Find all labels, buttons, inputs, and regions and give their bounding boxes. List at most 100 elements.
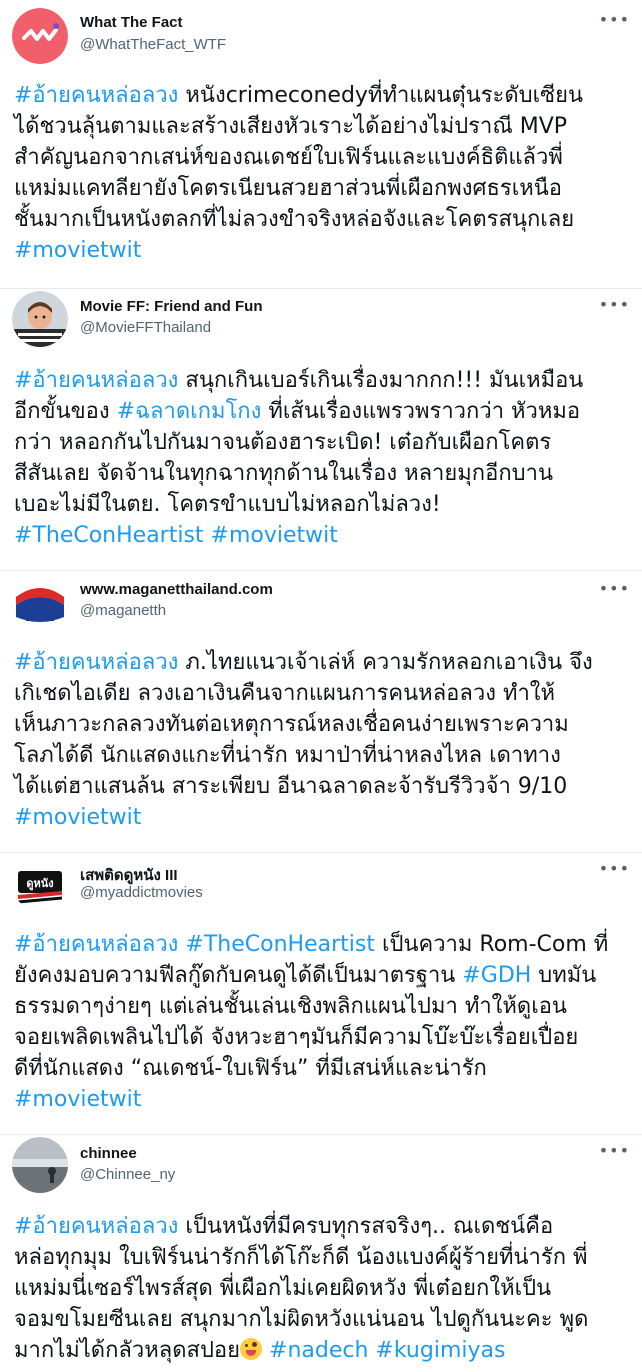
- tweet-text-line: จอยเพลิดเพลินไปได้ จังหวะฮาๆมันก็มีความโ…: [14, 1022, 630, 1053]
- text-segment: [262, 1338, 269, 1363]
- user-handle[interactable]: @Chinnee_ny: [80, 1166, 175, 1183]
- avatar[interactable]: [12, 291, 68, 347]
- tweet-text-line: เบอะไม่มีในตย. โคตรขำแบบไม่หลอกไม่ลวง!: [14, 489, 630, 520]
- tweet-text: #อ้ายคนหล่อลวง เป็นหนังที่มีครบทุกรสจริง…: [14, 1211, 630, 1366]
- hashtag-link[interactable]: #movietwit: [211, 523, 338, 548]
- avatar[interactable]: ดูหนัง: [12, 855, 68, 911]
- tweet-text-line: เกิเชดไอเดีย ลวงเอาเงินคืนจากแผนการคนหล่…: [14, 678, 630, 709]
- tweet-text-line: #movietwit: [14, 802, 630, 833]
- more-options-icon[interactable]: •••: [599, 581, 630, 597]
- user-handle[interactable]: @maganetth: [80, 602, 166, 619]
- tweet-text-line: #TheConHeartist #movietwit: [14, 520, 630, 551]
- tweet-text-line: กว่า หลอกกันไปกันมาจนต้องฮาระเบิด! เต๋อก…: [14, 427, 630, 458]
- tweet-text: #อ้ายคนหล่อลวง หนังcrimeconedyที่ทำแผนตุ…: [14, 80, 630, 266]
- chinnee-avatar-icon: [12, 1137, 68, 1193]
- tweet-text-line: #อ้ายคนหล่อลวง หนังcrimeconedyที่ทำแผนตุ…: [14, 80, 630, 111]
- tweet-text: #อ้ายคนหล่อลวง สนุกเกินเบอร์เกินเรื่องมา…: [14, 365, 630, 551]
- text-segment: จอมขโมยซีนเลย สนุกมากไม่ผิดหวังแน่นอน ไป…: [14, 1307, 589, 1332]
- text-segment: ชั้นมากเป็นหนังตลกที่ไม่ลวงขำจริงหล่อจัง…: [14, 207, 575, 232]
- text-segment: สนุกเกินเบอร์เกินเรื่องมากกก!!! มันเหมือ…: [178, 368, 584, 393]
- tweet-text-line: ยังคงมอบความฟีลกู๊ดกับคนดูได้ดีเป็นมาตรฐ…: [14, 960, 630, 991]
- user-handle[interactable]: @MovieFFThailand: [80, 319, 211, 336]
- tweet-text-line: #อ้ายคนหล่อลวง สนุกเกินเบอร์เกินเรื่องมา…: [14, 365, 630, 396]
- tweet-text-line: ธรรมดาๆง่ายๆ แต่เล่นชั้นเล่นเชิงพลิกแผนไ…: [14, 991, 630, 1022]
- text-segment: เป็นหนังที่มีครบทุกรสจริงๆ.. ณเดชน์คือ: [178, 1214, 554, 1239]
- hashtag-link[interactable]: #อ้ายคนหล่อลวง: [14, 650, 178, 675]
- user-handle[interactable]: @myaddictmovies: [80, 884, 203, 901]
- text-segment: อีกขั้นของ: [14, 399, 117, 424]
- hashtag-link[interactable]: #TheConHeartist: [14, 523, 204, 548]
- tweet-text-line: จอมขโมยซีนเลย สนุกมากไม่ผิดหวังแน่นอน ไป…: [14, 1304, 630, 1335]
- text-segment: ธรรมดาๆง่ายๆ แต่เล่นชั้นเล่นเชิงพลิกแผนไ…: [14, 994, 567, 1019]
- tweet-text-line: ชั้นมากเป็นหนังตลกที่ไม่ลวงขำจริงหล่อจัง…: [14, 204, 630, 235]
- text-segment: แหม่มแคทลียายังโคตรเนียนสวยฮาส่วนพี่เผือ…: [14, 176, 563, 201]
- display-name[interactable]: www.maganetthailand.com: [80, 581, 273, 598]
- text-segment: หล่อทุกมุม ใบเฟิร์นน่ารักก็ได้โก๊ะก็ดี น…: [14, 1245, 588, 1270]
- tweet-text-line: ได้แต่ฮาแสนล้น สาระเพียบ อีนาฉลาดละจ้ารั…: [14, 771, 630, 802]
- more-options-icon[interactable]: •••: [599, 297, 630, 313]
- tweet[interactable]: ดูหนัง เสพติดดูหนัง III @myaddictmovies …: [0, 853, 642, 1133]
- tweet-text-line: #อ้ายคนหล่อลวง #TheConHeartist เป็นความ …: [14, 929, 630, 960]
- hashtag-link[interactable]: #kugimiyas: [375, 1338, 505, 1363]
- text-segment: สีสันเลย จัดจ้านในทุกฉากทุกด้านในเรื่อง …: [14, 461, 554, 486]
- text-segment: ยังคงมอบความฟีลกู๊ดกับคนดูได้ดีเป็นมาตรฐ…: [14, 963, 463, 988]
- hashtag-link[interactable]: #TheConHeartist: [185, 932, 375, 957]
- display-name[interactable]: Movie FF: Friend and Fun: [80, 298, 263, 315]
- display-name[interactable]: What The Fact: [80, 14, 183, 31]
- text-segment: ภ.ไทยแนวเจ้าเล่ห์ ความรักหลอกเอาเงิน จึง: [178, 650, 593, 675]
- hashtag-link[interactable]: #movietwit: [14, 1087, 141, 1112]
- hashtag-link[interactable]: #movietwit: [14, 238, 141, 263]
- text-segment: หนังcrimeconedyที่ทำแผนตุ๋นระดับเซียน: [178, 83, 583, 108]
- movie-ff-avatar-icon: [12, 291, 68, 347]
- tweet[interactable]: www.maganetthailand.com @maganetth ••• #…: [0, 571, 642, 851]
- avatar[interactable]: [12, 8, 68, 64]
- tweet-text-line: #movietwit: [14, 235, 630, 266]
- hashtag-link[interactable]: #ฉลาดเกมโกง: [117, 399, 262, 424]
- tweet-text-line: แหม่มนี่เซอร์ไพรส์สุด พี่เผือกไม่เคยผิดห…: [14, 1273, 630, 1304]
- tweet-text: #อ้ายคนหล่อลวง #TheConHeartist เป็นความ …: [14, 929, 630, 1115]
- text-segment: เห็นภาวะกลลวงทันต่อเหตุการณ์หลงเชื่อคนง่…: [14, 712, 569, 737]
- tweet[interactable]: Movie FF: Friend and Fun @MovieFFThailan…: [0, 289, 642, 569]
- avatar[interactable]: [12, 575, 68, 631]
- hashtag-link[interactable]: #GDH: [462, 963, 531, 988]
- avatar[interactable]: [12, 1137, 68, 1193]
- tweet-text-line: มากไม่ได้กลัวหลุดสปอย #nadech #kugimiyas: [14, 1335, 630, 1366]
- tweet-text-line: หล่อทุกมุม ใบเฟิร์นน่ารักก็ได้โก๊ะก็ดี น…: [14, 1242, 630, 1273]
- text-segment: โลภได้ดี นักแสดงแกะที่น่ารัก หมาป่าที่น่…: [14, 743, 561, 768]
- text-segment: ได้ชวนลุ้นตามและสร้างเสียงหัวเราะได้อย่า…: [14, 114, 568, 139]
- text-segment: เป็นความ Rom-Com ที่: [374, 932, 609, 957]
- text-segment: [204, 523, 211, 548]
- display-name[interactable]: chinnee: [80, 1145, 137, 1162]
- user-handle[interactable]: @WhatTheFact_WTF: [80, 36, 226, 53]
- text-segment: แหม่มนี่เซอร์ไพรส์สุด พี่เผือกไม่เคยผิดห…: [14, 1276, 552, 1301]
- hashtag-link[interactable]: #อ้ายคนหล่อลวง: [14, 932, 178, 957]
- text-segment: เกิเชดไอเดีย ลวงเอาเงินคืนจากแผนการคนหล่…: [14, 681, 556, 706]
- text-segment: มากไม่ได้กลัวหลุดสปอย: [14, 1338, 241, 1363]
- maganet-logo-icon: [12, 575, 68, 631]
- text-segment: ที่เส้นเรื่องแพรวพราวกว่า หัวหมอ: [261, 399, 581, 424]
- hashtag-link[interactable]: #อ้ายคนหล่อลวง: [14, 368, 178, 393]
- tweet-text: #อ้ายคนหล่อลวง ภ.ไทยแนวเจ้าเล่ห์ ความรัก…: [14, 647, 630, 833]
- tweet-text-line: โลภได้ดี นักแสดงแกะที่น่ารัก หมาป่าที่น่…: [14, 740, 630, 771]
- hashtag-link[interactable]: #movietwit: [14, 805, 141, 830]
- hashtag-link[interactable]: #อ้ายคนหล่อลวง: [14, 83, 178, 108]
- text-segment: กว่า หลอกกันไปกันมาจนต้องฮาระเบิด! เต๋อก…: [14, 430, 552, 455]
- more-options-icon[interactable]: •••: [599, 12, 630, 28]
- what-the-fact-logo-icon: [12, 8, 68, 64]
- tweet-text-line: อีกขั้นของ #ฉลาดเกมโกง ที่เส้นเรื่องแพรว…: [14, 396, 630, 427]
- text-segment: จอยเพลิดเพลินไปได้ จังหวะฮาๆมันก็มีความโ…: [14, 1025, 579, 1050]
- tweet-text-line: สำคัญนอกจากเสน่ห์ของณเดชย์ใบเฟิร์นและแบง…: [14, 142, 630, 173]
- tweet-text-line: แหม่มแคทลียายังโคตรเนียนสวยฮาส่วนพี่เผือ…: [14, 173, 630, 204]
- tweet-text-line: #อ้ายคนหล่อลวง ภ.ไทยแนวเจ้าเล่ห์ ความรัก…: [14, 647, 630, 678]
- tweet-text-line: #อ้ายคนหล่อลวง เป็นหนังที่มีครบทุกรสจริง…: [14, 1211, 630, 1242]
- winking-face-with-tongue-icon: [240, 1338, 263, 1360]
- hashtag-link[interactable]: #nadech: [269, 1338, 368, 1363]
- more-options-icon[interactable]: •••: [599, 861, 630, 877]
- hashtag-link[interactable]: #อ้ายคนหล่อลวง: [14, 1214, 178, 1239]
- tweet[interactable]: What The Fact @WhatTheFact_WTF ••• #อ้าย…: [0, 0, 642, 287]
- more-options-icon[interactable]: •••: [599, 1143, 630, 1159]
- tweet-text-line: เห็นภาวะกลลวงทันต่อเหตุการณ์หลงเชื่อคนง่…: [14, 709, 630, 740]
- tweet[interactable]: chinnee @Chinnee_ny ••• #อ้ายคนหล่อลวง เ…: [0, 1135, 642, 1372]
- tweet-text-line: สีสันเลย จัดจ้านในทุกฉากทุกด้านในเรื่อง …: [14, 458, 630, 489]
- tweet-text-line: ได้ชวนลุ้นตามและสร้างเสียงหัวเราะได้อย่า…: [14, 111, 630, 142]
